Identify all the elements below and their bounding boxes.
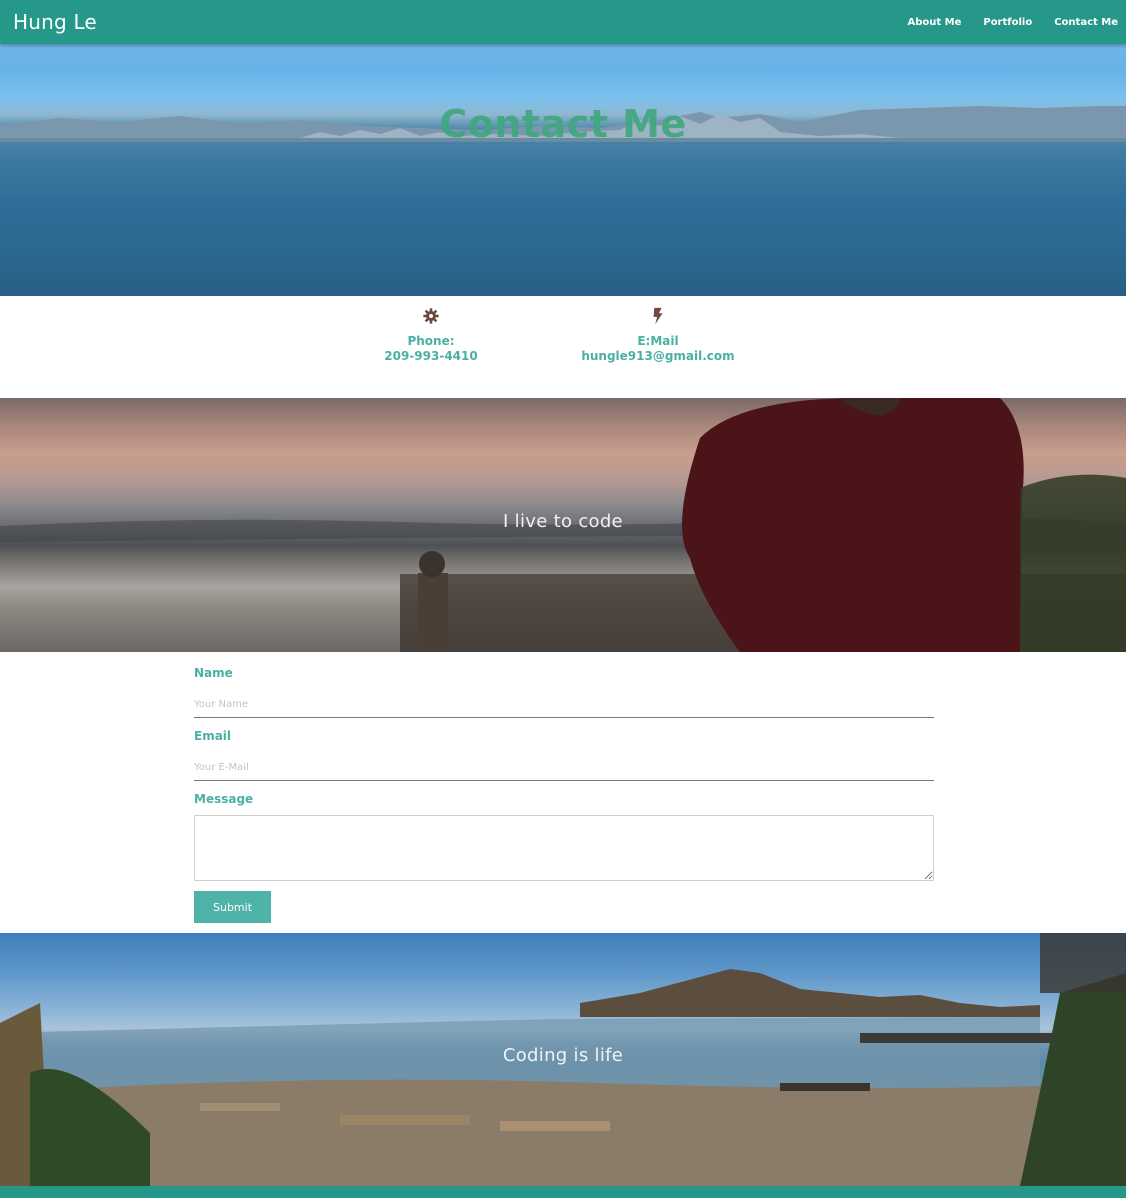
name-label: Name xyxy=(194,666,233,680)
brand-title[interactable]: Hung Le xyxy=(13,10,97,34)
submit-button[interactable]: Submit xyxy=(194,891,271,923)
hero-bay-image: Contact Me xyxy=(0,44,1126,296)
email-info: E:Mail hungle913@gmail.com xyxy=(568,306,748,364)
page-title: Contact Me xyxy=(439,102,687,146)
contact-form: Name Email Message Submit xyxy=(194,652,934,933)
bolt-icon xyxy=(653,307,663,325)
email-value[interactable]: hungle913@gmail.com xyxy=(568,349,748,364)
banner-text-live-to-code: I live to code xyxy=(503,511,623,532)
phone-info: Phone: 209-993-4410 xyxy=(356,306,506,364)
email-label: E:Mail xyxy=(637,334,679,348)
hero-beach-image: Coding is life xyxy=(0,933,1126,1186)
contact-info-section: Phone: 209-993-4410 E:Mail hungle913@gma… xyxy=(0,296,1126,398)
gear-icon xyxy=(423,308,439,324)
email-input[interactable] xyxy=(194,755,934,781)
banner-text-coding-is-life: Coding is life xyxy=(502,1045,624,1066)
footer-bar xyxy=(0,1186,1126,1198)
hero-sunset-image: I live to code xyxy=(0,398,1126,652)
nav-link-contact[interactable]: Contact Me xyxy=(1054,17,1118,28)
email-label: Email xyxy=(194,729,232,743)
phone-value: 209-993-4410 xyxy=(384,349,478,363)
nav-link-portfolio[interactable]: Portfolio xyxy=(983,17,1032,28)
message-label: Message xyxy=(194,792,254,806)
phone-label: Phone: xyxy=(407,334,455,348)
name-input[interactable] xyxy=(194,692,934,718)
nav-links: About Me Portfolio Contact Me xyxy=(885,17,1118,28)
nav-link-about[interactable]: About Me xyxy=(907,17,961,28)
navbar: Hung Le About Me Portfolio Contact Me xyxy=(0,0,1126,44)
message-textarea[interactable] xyxy=(194,815,934,881)
